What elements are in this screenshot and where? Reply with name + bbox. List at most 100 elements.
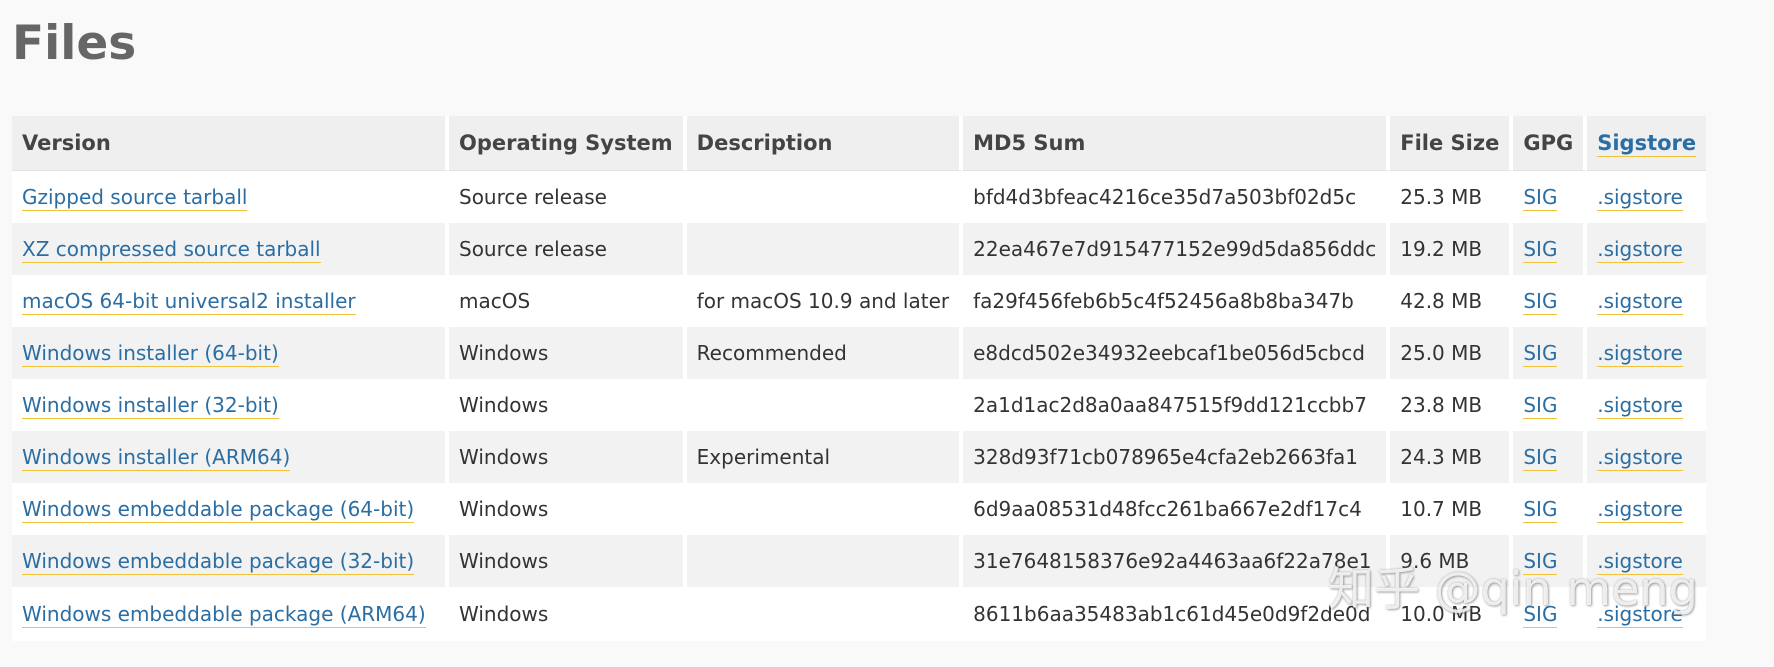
md5-cell: e8dcd502e34932eebcaf1be056d5cbcd: [963, 327, 1391, 379]
size-cell: 24.3 MB: [1390, 431, 1514, 483]
os-cell: Windows: [449, 379, 687, 431]
description-cell: [686, 379, 964, 431]
md5-cell: bfd4d3bfeac4216ce35d7a503bf02d5c: [963, 171, 1391, 223]
header-os: Operating System: [449, 116, 687, 171]
version-link[interactable]: Windows installer (64-bit): [22, 341, 279, 367]
md5-cell: 6d9aa08531d48fcc261ba667e2df17c4: [963, 483, 1391, 535]
sigstore-cell: .sigstore: [1587, 587, 1707, 641]
os-cell: Windows: [449, 535, 687, 587]
description-cell: [686, 223, 964, 275]
gpg-cell: SIG: [1513, 275, 1588, 327]
description-cell: [686, 535, 964, 587]
os-cell: macOS: [449, 275, 687, 327]
gpg-sig-link[interactable]: SIG: [1523, 497, 1558, 523]
sigstore-header-link[interactable]: Sigstore: [1597, 131, 1697, 157]
table-row: macOS 64-bit universal2 installer macOS fo…: [12, 275, 1707, 327]
version-link[interactable]: macOS 64-bit universal2 installer: [22, 289, 356, 315]
table-row: XZ compressed source tarball Source relea…: [12, 223, 1707, 275]
header-md5: MD5 Sum: [963, 116, 1391, 171]
version-link[interactable]: Windows embeddable package (32-bit): [22, 549, 415, 575]
version-link[interactable]: Windows installer (ARM64): [22, 445, 291, 471]
version-link[interactable]: Windows embeddable package (ARM64): [22, 602, 426, 628]
sigstore-link[interactable]: .sigstore: [1597, 289, 1683, 315]
sigstore-link[interactable]: .sigstore: [1597, 549, 1683, 575]
version-cell: Windows embeddable package (32-bit): [12, 535, 449, 587]
gpg-sig-link[interactable]: SIG: [1523, 393, 1558, 419]
description-cell: [686, 171, 964, 223]
gpg-sig-link[interactable]: SIG: [1523, 549, 1558, 575]
md5-cell: fa29f456feb6b5c4f52456a8b8ba347b: [963, 275, 1391, 327]
gpg-sig-link[interactable]: SIG: [1523, 289, 1558, 315]
gpg-sig-link[interactable]: SIG: [1523, 341, 1558, 367]
version-cell: Windows embeddable package (64-bit): [12, 483, 449, 535]
gpg-cell: SIG: [1513, 171, 1588, 223]
size-cell: 25.3 MB: [1390, 171, 1514, 223]
sigstore-link[interactable]: .sigstore: [1597, 185, 1683, 211]
description-cell: for macOS 10.9 and later: [686, 275, 964, 327]
gpg-cell: SIG: [1513, 535, 1588, 587]
gpg-cell: SIG: [1513, 223, 1588, 275]
description-cell: [686, 587, 964, 641]
gpg-sig-link[interactable]: SIG: [1523, 237, 1558, 263]
table-row: Windows embeddable package (64-bit) Windo…: [12, 483, 1707, 535]
table-row: Windows installer (32-bit) Windows 2a1d1ac…: [12, 379, 1707, 431]
size-cell: 42.8 MB: [1390, 275, 1514, 327]
md5-cell: 22ea467e7d915477152e99d5da856ddc: [963, 223, 1391, 275]
gpg-cell: SIG: [1513, 379, 1588, 431]
os-cell: Source release: [449, 171, 687, 223]
gpg-cell: SIG: [1513, 483, 1588, 535]
description-cell: Experimental: [686, 431, 964, 483]
sigstore-cell: .sigstore: [1587, 431, 1707, 483]
gpg-sig-link[interactable]: SIG: [1523, 602, 1558, 628]
os-cell: Windows: [449, 327, 687, 379]
sigstore-link[interactable]: .sigstore: [1597, 341, 1683, 367]
gpg-cell: SIG: [1513, 327, 1588, 379]
md5-cell: 8611b6aa35483ab1c61d45e0d9f2de0d: [963, 587, 1391, 641]
md5-cell: 31e7648158376e92a4463aa6f22a78e1: [963, 535, 1391, 587]
sigstore-cell: .sigstore: [1587, 171, 1707, 223]
size-cell: 25.0 MB: [1390, 327, 1514, 379]
files-table: Version Operating System Description MD5…: [12, 116, 1707, 641]
table-row: Windows installer (ARM64) Windows Experime…: [12, 431, 1707, 483]
sigstore-cell: .sigstore: [1587, 379, 1707, 431]
version-cell: macOS 64-bit universal2 installer: [12, 275, 449, 327]
size-cell: 10.7 MB: [1390, 483, 1514, 535]
sigstore-link[interactable]: .sigstore: [1597, 237, 1683, 263]
header-sigstore: Sigstore: [1587, 116, 1707, 171]
version-link[interactable]: Gzipped source tarball: [22, 185, 248, 211]
sigstore-cell: .sigstore: [1587, 535, 1707, 587]
gpg-sig-link[interactable]: SIG: [1523, 185, 1558, 211]
sigstore-link[interactable]: .sigstore: [1597, 497, 1683, 523]
size-cell: 23.8 MB: [1390, 379, 1514, 431]
version-link[interactable]: Windows installer (32-bit): [22, 393, 279, 419]
size-cell: 10.0 MB: [1390, 587, 1514, 641]
table-row: Windows embeddable package (32-bit) Windo…: [12, 535, 1707, 587]
os-cell: Windows: [449, 483, 687, 535]
md5-cell: 328d93f71cb078965e4cfa2eb2663fa1: [963, 431, 1391, 483]
version-cell: Windows embeddable package (ARM64): [12, 587, 449, 641]
table-header: Version Operating System Description MD5…: [12, 116, 1707, 171]
sigstore-link[interactable]: .sigstore: [1597, 445, 1683, 471]
gpg-cell: SIG: [1513, 431, 1588, 483]
version-link[interactable]: Windows embeddable package (64-bit): [22, 497, 415, 523]
sigstore-cell: .sigstore: [1587, 327, 1707, 379]
header-gpg: GPG: [1513, 116, 1588, 171]
sigstore-link[interactable]: .sigstore: [1597, 393, 1683, 419]
page: Files Version Operating System Descripti…: [0, 0, 1774, 667]
table-row: Windows installer (64-bit) Windows Recomme…: [12, 327, 1707, 379]
header-row: Version Operating System Description MD5…: [12, 116, 1707, 171]
version-link[interactable]: XZ compressed source tarball: [22, 237, 321, 263]
size-cell: 9.6 MB: [1390, 535, 1514, 587]
version-cell: Windows installer (32-bit): [12, 379, 449, 431]
gpg-sig-link[interactable]: SIG: [1523, 445, 1558, 471]
md5-cell: 2a1d1ac2d8a0aa847515f9dd121ccbb7: [963, 379, 1391, 431]
version-cell: XZ compressed source tarball: [12, 223, 449, 275]
sigstore-cell: .sigstore: [1587, 223, 1707, 275]
version-cell: Gzipped source tarball: [12, 171, 449, 223]
description-cell: Recommended: [686, 327, 964, 379]
sigstore-link[interactable]: .sigstore: [1597, 602, 1683, 628]
version-cell: Windows installer (ARM64): [12, 431, 449, 483]
table-row: Gzipped source tarball Source release bfd4…: [12, 171, 1707, 223]
sigstore-cell: .sigstore: [1587, 483, 1707, 535]
version-cell: Windows installer (64-bit): [12, 327, 449, 379]
